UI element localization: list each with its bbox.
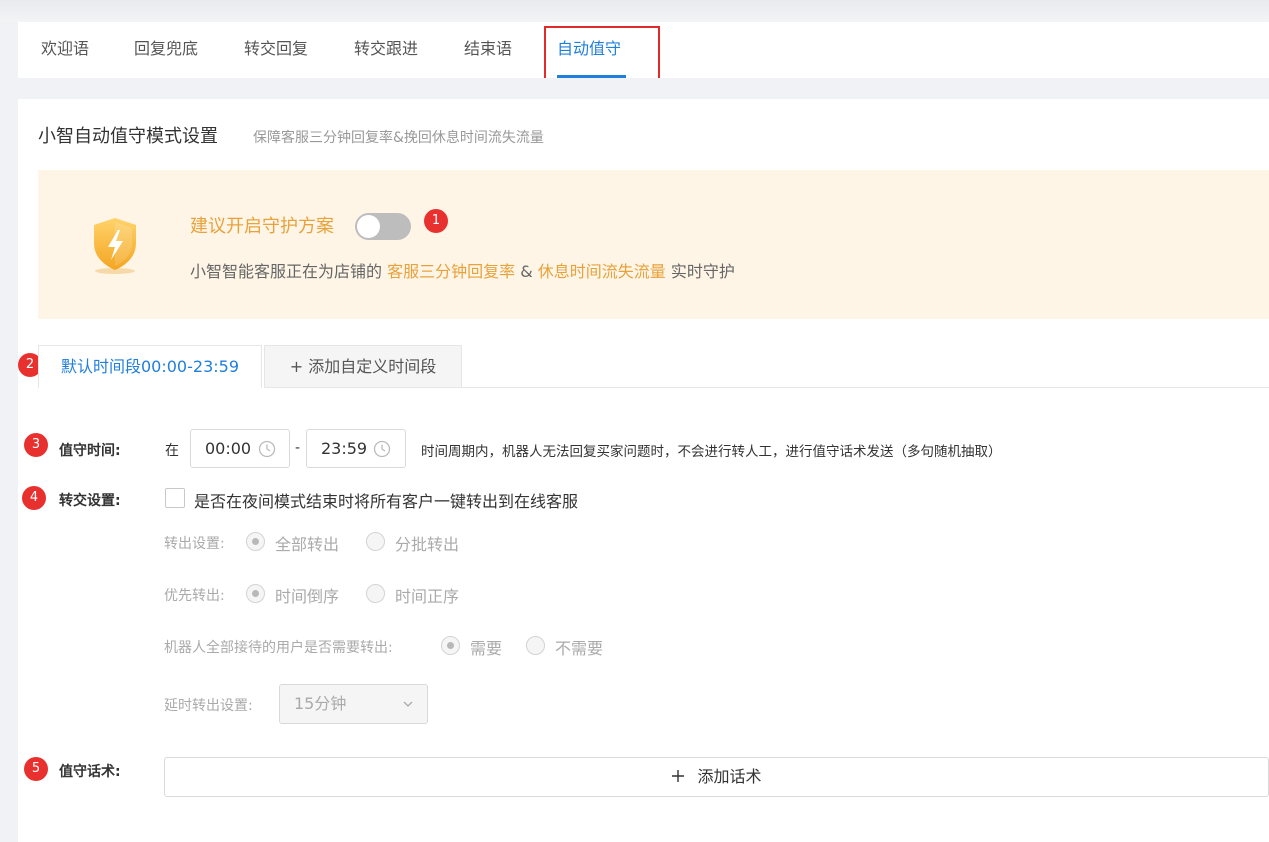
- radio-transfer-batch-label: 分批转出: [395, 535, 460, 554]
- banner-desc-highlight-traffic: 休息时间流失流量: [537, 262, 666, 281]
- out-setting-label: 转出设置:: [164, 536, 225, 552]
- duty-time-note: 时间周期内，机器人无法回复买家问题时，不会进行转人工，进行值守话术发送（多句随机…: [421, 444, 1002, 460]
- step-badge-5: 5: [24, 757, 48, 781]
- top-strip: [0, 0, 1269, 22]
- robot-users-label: 机器人全部接待的用户是否需要转出:: [164, 640, 393, 656]
- delay-select[interactable]: 15分钟: [279, 684, 428, 724]
- guard-toggle[interactable]: [355, 213, 411, 240]
- banner-title: 建议开启守护方案: [190, 216, 334, 237]
- radio-time-desc[interactable]: [246, 584, 265, 603]
- tab-transfer-reply[interactable]: 转交回复: [244, 22, 308, 78]
- tab-closing[interactable]: 结束语: [464, 22, 512, 78]
- delay-select-value: 15分钟: [294, 694, 347, 713]
- radio-not-need[interactable]: [526, 636, 545, 655]
- step-badge-3: 3: [24, 433, 48, 457]
- duty-time-prefix: 在: [165, 443, 179, 459]
- banner-description: 小智智能客服正在为店铺的 客服三分钟回复率 & 休息时间流失流量 实时守护: [190, 258, 735, 282]
- step-badge-4: 4: [22, 486, 46, 510]
- page-title: 小智自动值守模式设置: [38, 126, 218, 147]
- plus-icon: [672, 770, 685, 782]
- guard-banner: [38, 170, 1269, 319]
- duty-time-label: 值守时间:: [59, 443, 121, 459]
- separator: [18, 78, 1269, 99]
- radio-transfer-batch[interactable]: [366, 532, 385, 551]
- tab-divider: [462, 387, 1269, 388]
- clock-icon: [373, 440, 391, 458]
- step-badge-1: 1: [424, 209, 448, 233]
- radio-time-desc-label: 时间倒序: [275, 587, 340, 606]
- radio-time-asc[interactable]: [366, 584, 385, 603]
- radio-transfer-all[interactable]: [246, 532, 265, 551]
- start-time-input[interactable]: 00:00: [190, 429, 290, 468]
- add-script-label: 添加话术: [697, 767, 762, 786]
- banner-desc-amp: &: [520, 262, 533, 281]
- left-gutter: [0, 22, 18, 842]
- start-time-value: 00:00: [205, 439, 252, 458]
- banner-desc-suffix: 实时守护: [670, 262, 735, 281]
- transfer-settings-label: 转交设置:: [59, 493, 121, 509]
- transfer-all-checkbox[interactable]: [165, 488, 185, 508]
- banner-desc-prefix: 小智智能客服正在为店铺的: [190, 262, 383, 281]
- banner-desc-highlight-reply-rate: 客服三分钟回复率: [387, 262, 516, 281]
- tab-welcome[interactable]: 欢迎语: [41, 22, 89, 78]
- delay-label: 延时转出设置:: [164, 698, 253, 714]
- add-script-button[interactable]: 添加话术: [164, 757, 1269, 797]
- radio-not-need-label: 不需要: [555, 639, 604, 658]
- end-time-input[interactable]: 23:59: [306, 429, 406, 468]
- clock-icon: [258, 440, 276, 458]
- end-time-value: 23:59: [321, 439, 368, 458]
- radio-time-asc-label: 时间正序: [395, 587, 460, 606]
- tab-transfer-followup[interactable]: 转交跟进: [354, 22, 418, 78]
- duty-script-label: 值守话术:: [59, 764, 121, 780]
- tab-fallback-reply[interactable]: 回复兜底: [134, 22, 198, 78]
- shield-lightning-icon: [94, 218, 136, 274]
- radio-need-label: 需要: [470, 639, 503, 658]
- priority-label: 优先转出:: [164, 588, 225, 604]
- radio-transfer-all-label: 全部转出: [275, 535, 340, 554]
- tab-default-time-period[interactable]: 默认时间段00:00-23:59: [38, 345, 262, 388]
- chevron-down-icon: [403, 701, 413, 707]
- time-separator: -: [295, 440, 301, 456]
- toggle-knob: [357, 215, 380, 238]
- page-subtitle: 保障客服三分钟回复率&挽回休息时间流失流量: [253, 130, 544, 146]
- add-custom-time-period-button[interactable]: + 添加自定义时间段: [264, 345, 462, 388]
- transfer-all-label: 是否在夜间模式结束时将所有客户一键转出到在线客服: [194, 492, 579, 511]
- radio-need[interactable]: [441, 636, 460, 655]
